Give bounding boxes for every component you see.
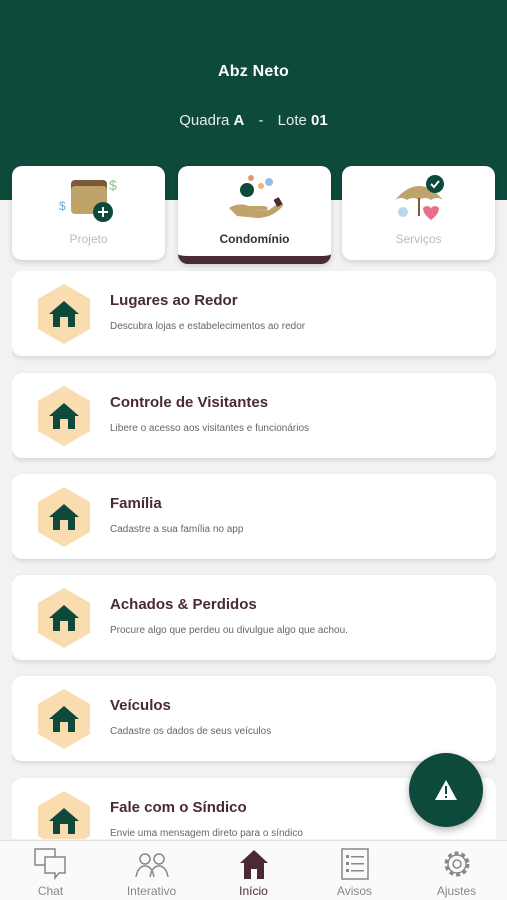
gear-icon bbox=[444, 851, 469, 877]
alert-fab-button[interactable] bbox=[409, 753, 483, 827]
tab-condominio[interactable]: Condomínio bbox=[178, 166, 331, 264]
tab-label: Serviços bbox=[395, 232, 442, 246]
home-icon bbox=[38, 284, 90, 344]
nav-label: Interativo bbox=[126, 884, 177, 898]
lot-info: Quadra A - Lote 01 bbox=[0, 112, 507, 129]
home-icon bbox=[38, 689, 90, 749]
home-icon bbox=[38, 791, 90, 839]
quadra-label: Quadra bbox=[179, 112, 230, 129]
home-icon bbox=[239, 850, 268, 879]
tab-servicos[interactable]: Serviços bbox=[342, 166, 495, 260]
list-item-title: Família bbox=[110, 495, 162, 512]
nav-label: Chat bbox=[37, 884, 64, 898]
nav-inicio[interactable]: Início bbox=[203, 841, 304, 900]
home-icon bbox=[38, 588, 90, 648]
hand-coins-icon bbox=[228, 175, 283, 218]
list-item-achados[interactable]: Achados & Perdidos Procure algo que perd… bbox=[12, 575, 496, 660]
home-icon bbox=[38, 386, 90, 446]
list-item-veiculos[interactable]: Veículos Cadastre os dados de seus veícu… bbox=[12, 676, 496, 761]
list-item-description: Descubra lojas e estabelecimentos ao red… bbox=[110, 321, 306, 332]
nav-ajustes[interactable]: Ajustes bbox=[406, 841, 507, 900]
nav-label: Início bbox=[239, 884, 268, 898]
list-item-title: Fale com o Síndico bbox=[110, 799, 247, 816]
bottom-nav: Chat Interativo Início Avisos Ajustes bbox=[0, 840, 507, 900]
people-icon bbox=[134, 853, 169, 878]
list-item-lugares[interactable]: Lugares ao Redor Descubra lojas e estabe… bbox=[12, 271, 496, 356]
umbrella-icon bbox=[394, 175, 444, 220]
tab-projeto[interactable]: $ $ Projeto bbox=[12, 166, 165, 260]
lote-value: 01 bbox=[311, 112, 328, 129]
chat-icon bbox=[33, 848, 66, 881]
warning-icon bbox=[435, 780, 457, 800]
list-icon bbox=[340, 848, 369, 880]
nav-interativo[interactable]: Interativo bbox=[101, 841, 202, 900]
nav-label: Ajustes bbox=[436, 884, 477, 898]
user-name: Abz Neto bbox=[218, 63, 289, 80]
list-item-description: Procure algo que perdeu ou divulgue algo… bbox=[110, 625, 348, 636]
lot-separator: - bbox=[258, 112, 264, 129]
list-item-title: Lugares ao Redor bbox=[110, 292, 238, 309]
nav-avisos[interactable]: Avisos bbox=[304, 841, 405, 900]
list-item-familia[interactable]: Família Cadastre a sua família no app bbox=[12, 474, 496, 559]
list-item-description: Cadastre a sua família no app bbox=[110, 524, 244, 535]
list-item-title: Controle de Visitantes bbox=[110, 394, 269, 411]
category-tabs: $ $ Projeto Condomínio Serviços bbox=[12, 166, 495, 264]
tab-label: Condomínio bbox=[219, 232, 290, 246]
tab-label: Projeto bbox=[69, 232, 108, 246]
feature-list: Lugares ao Redor Descubra lojas e estabe… bbox=[12, 271, 496, 839]
home-icon bbox=[38, 487, 90, 547]
quadra-value: A bbox=[233, 112, 245, 129]
nav-label: Avisos bbox=[336, 884, 373, 898]
lote-label: Lote bbox=[277, 112, 307, 129]
list-item-title: Achados & Perdidos bbox=[110, 596, 257, 613]
svg-text:$: $ bbox=[59, 199, 66, 213]
list-item-description: Cadastre os dados de seus veículos bbox=[110, 726, 272, 737]
list-item-description: Envie uma mensagem direto para o síndico bbox=[110, 828, 303, 839]
svg-text:$: $ bbox=[109, 177, 117, 193]
nav-chat[interactable]: Chat bbox=[0, 841, 101, 900]
list-item-description: Libere o acesso aos visitantes e funcion… bbox=[110, 423, 310, 434]
wallet-icon: $ $ bbox=[59, 177, 117, 222]
list-item-title: Veículos bbox=[110, 697, 171, 714]
list-item-visitantes[interactable]: Controle de Visitantes Libere o acesso a… bbox=[12, 373, 496, 458]
